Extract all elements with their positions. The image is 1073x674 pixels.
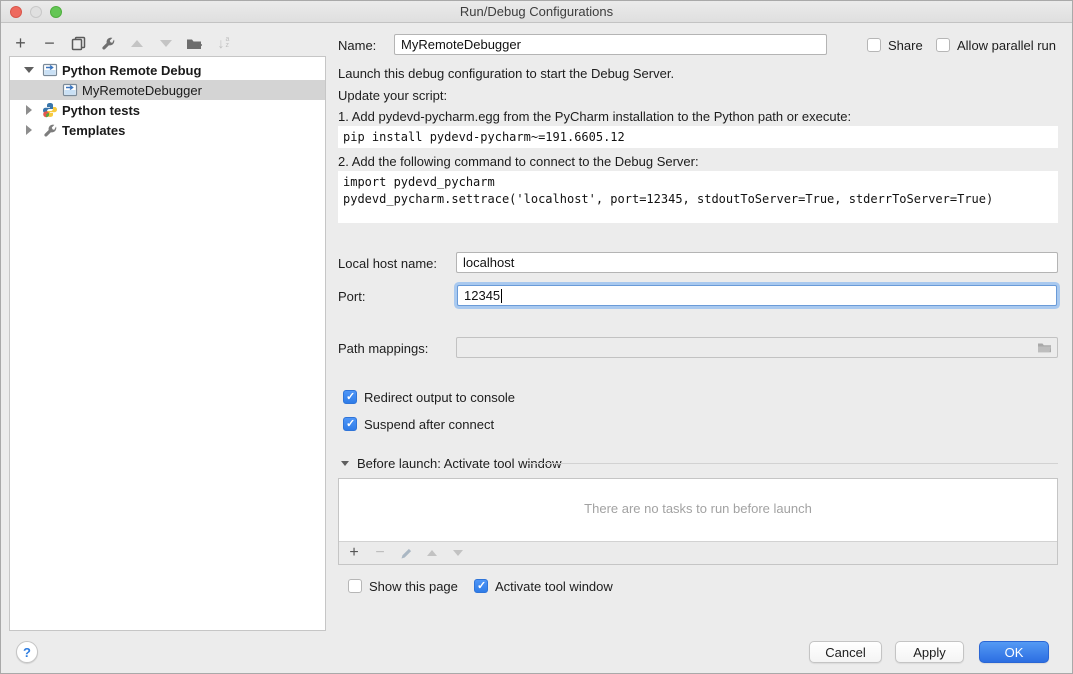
local-host-name-input[interactable]: localhost <box>456 252 1058 273</box>
no-tasks-text: There are no tasks to run before launch <box>339 501 1057 516</box>
path-mappings-label: Path mappings: <box>338 341 428 356</box>
before-launch-task-list: There are no tasks to run before launch … <box>338 478 1058 565</box>
redirect-output-label: Redirect output to console <box>364 390 515 405</box>
step1-text: 1. Add pydevd-pycharm.egg from the PyCha… <box>338 109 851 124</box>
pip-install-code: pip install pydevd-pycharm~=191.6605.12 <box>338 126 1058 148</box>
settrace-code-line1: import pydevd_pycharm <box>343 175 495 189</box>
tree-item-myremotedebugger[interactable]: MyRemoteDebugger <box>10 80 325 100</box>
tree-item-label: MyRemoteDebugger <box>82 83 202 98</box>
name-input[interactable]: MyRemoteDebugger <box>394 34 827 55</box>
remove-icon: − <box>375 545 384 561</box>
question-mark-icon: ? <box>23 645 31 660</box>
text-caret <box>501 289 502 303</box>
chevron-down-icon[interactable] <box>24 67 34 73</box>
suspend-after-connect-checkbox[interactable] <box>343 417 357 431</box>
copy-icon <box>71 36 86 51</box>
remove-task-button: − <box>373 546 387 560</box>
add-icon: + <box>349 545 358 561</box>
allow-parallel-run-label: Allow parallel run <box>957 38 1056 53</box>
chevron-right-icon[interactable] <box>26 105 32 115</box>
local-host-name-value: localhost <box>463 255 514 270</box>
remote-debug-icon <box>62 82 78 98</box>
port-value: 12345 <box>464 288 500 303</box>
name-label: Name: <box>338 38 376 53</box>
new-folder-button[interactable] <box>185 34 204 53</box>
copy-configuration-button[interactable] <box>69 34 88 53</box>
update-script-text: Update your script: <box>338 88 447 103</box>
apply-button[interactable]: Apply <box>895 641 964 663</box>
move-down-icon <box>160 40 172 47</box>
share-checkbox[interactable] <box>867 38 881 52</box>
tree-item-label: Templates <box>62 123 125 138</box>
settrace-code-line2: pydevd_pycharm.settrace('localhost', por… <box>343 192 993 206</box>
add-configuration-button[interactable]: + <box>11 34 30 53</box>
task-list-toolbar: + − <box>339 541 1057 564</box>
edit-wrench-icon <box>100 35 116 51</box>
show-this-page-checkbox[interactable] <box>348 579 362 593</box>
move-up-icon <box>131 40 143 47</box>
name-value: MyRemoteDebugger <box>401 37 521 52</box>
edit-templates-button[interactable] <box>98 34 117 53</box>
local-host-name-label: Local host name: <box>338 256 437 271</box>
configurations-tree: Python Remote Debug MyRemoteDebugger <box>9 56 326 631</box>
move-task-down-button <box>451 546 465 560</box>
run-debug-configurations-dialog: Run/Debug Configurations + − <box>0 0 1073 674</box>
add-task-button[interactable]: + <box>347 546 361 560</box>
ok-button[interactable]: OK <box>979 641 1049 663</box>
path-mappings-input[interactable] <box>456 337 1058 358</box>
add-icon: + <box>15 34 26 52</box>
remove-icon: − <box>44 34 55 52</box>
tree-item-label: Python Remote Debug <box>62 63 201 78</box>
tree-item-label: Python tests <box>62 103 140 118</box>
wrench-icon <box>42 122 58 138</box>
help-button[interactable]: ? <box>16 641 38 663</box>
remove-configuration-button[interactable]: − <box>40 34 59 53</box>
move-task-up-button <box>425 546 439 560</box>
python-icon <box>42 102 58 118</box>
port-label: Port: <box>338 289 365 304</box>
activate-tool-window-label: Activate tool window <box>495 579 613 594</box>
show-this-page-label: Show this page <box>369 579 458 594</box>
before-launch-collapse-icon[interactable] <box>341 461 349 466</box>
tree-item-templates[interactable]: Templates <box>10 120 325 140</box>
move-down-button <box>156 34 175 53</box>
move-up-icon <box>427 550 437 556</box>
redirect-output-checkbox[interactable] <box>343 390 357 404</box>
activate-tool-window-checkbox[interactable] <box>474 579 488 593</box>
edit-task-button <box>399 546 413 560</box>
edit-pencil-icon <box>400 547 413 560</box>
remote-debug-icon <box>42 62 58 78</box>
tree-item-python-remote-debug[interactable]: Python Remote Debug <box>10 60 325 80</box>
titlebar[interactable]: Run/Debug Configurations <box>1 1 1072 23</box>
move-down-icon <box>453 550 463 556</box>
section-divider <box>528 463 1058 464</box>
intro-text: Launch this debug configuration to start… <box>338 66 674 81</box>
tree-item-python-tests[interactable]: Python tests <box>10 100 325 120</box>
suspend-after-connect-label: Suspend after connect <box>364 417 494 432</box>
sort-alphabetically-icon: ↓az <box>218 35 230 51</box>
allow-parallel-run-checkbox[interactable] <box>936 38 950 52</box>
step2-text: 2. Add the following command to connect … <box>338 154 699 169</box>
port-input[interactable]: 12345 <box>457 285 1057 306</box>
browse-folder-icon[interactable] <box>1037 341 1052 354</box>
move-up-button <box>127 34 146 53</box>
settrace-code: import pydevd_pycharm pydevd_pycharm.set… <box>338 171 1058 223</box>
share-label: Share <box>888 38 923 53</box>
configurations-toolbar: + − ↓az <box>11 31 233 55</box>
sort-configurations-button: ↓az <box>214 34 233 53</box>
cancel-button[interactable]: Cancel <box>809 641 882 663</box>
window-title: Run/Debug Configurations <box>1 4 1072 19</box>
new-folder-icon <box>186 36 203 51</box>
chevron-right-icon[interactable] <box>26 125 32 135</box>
